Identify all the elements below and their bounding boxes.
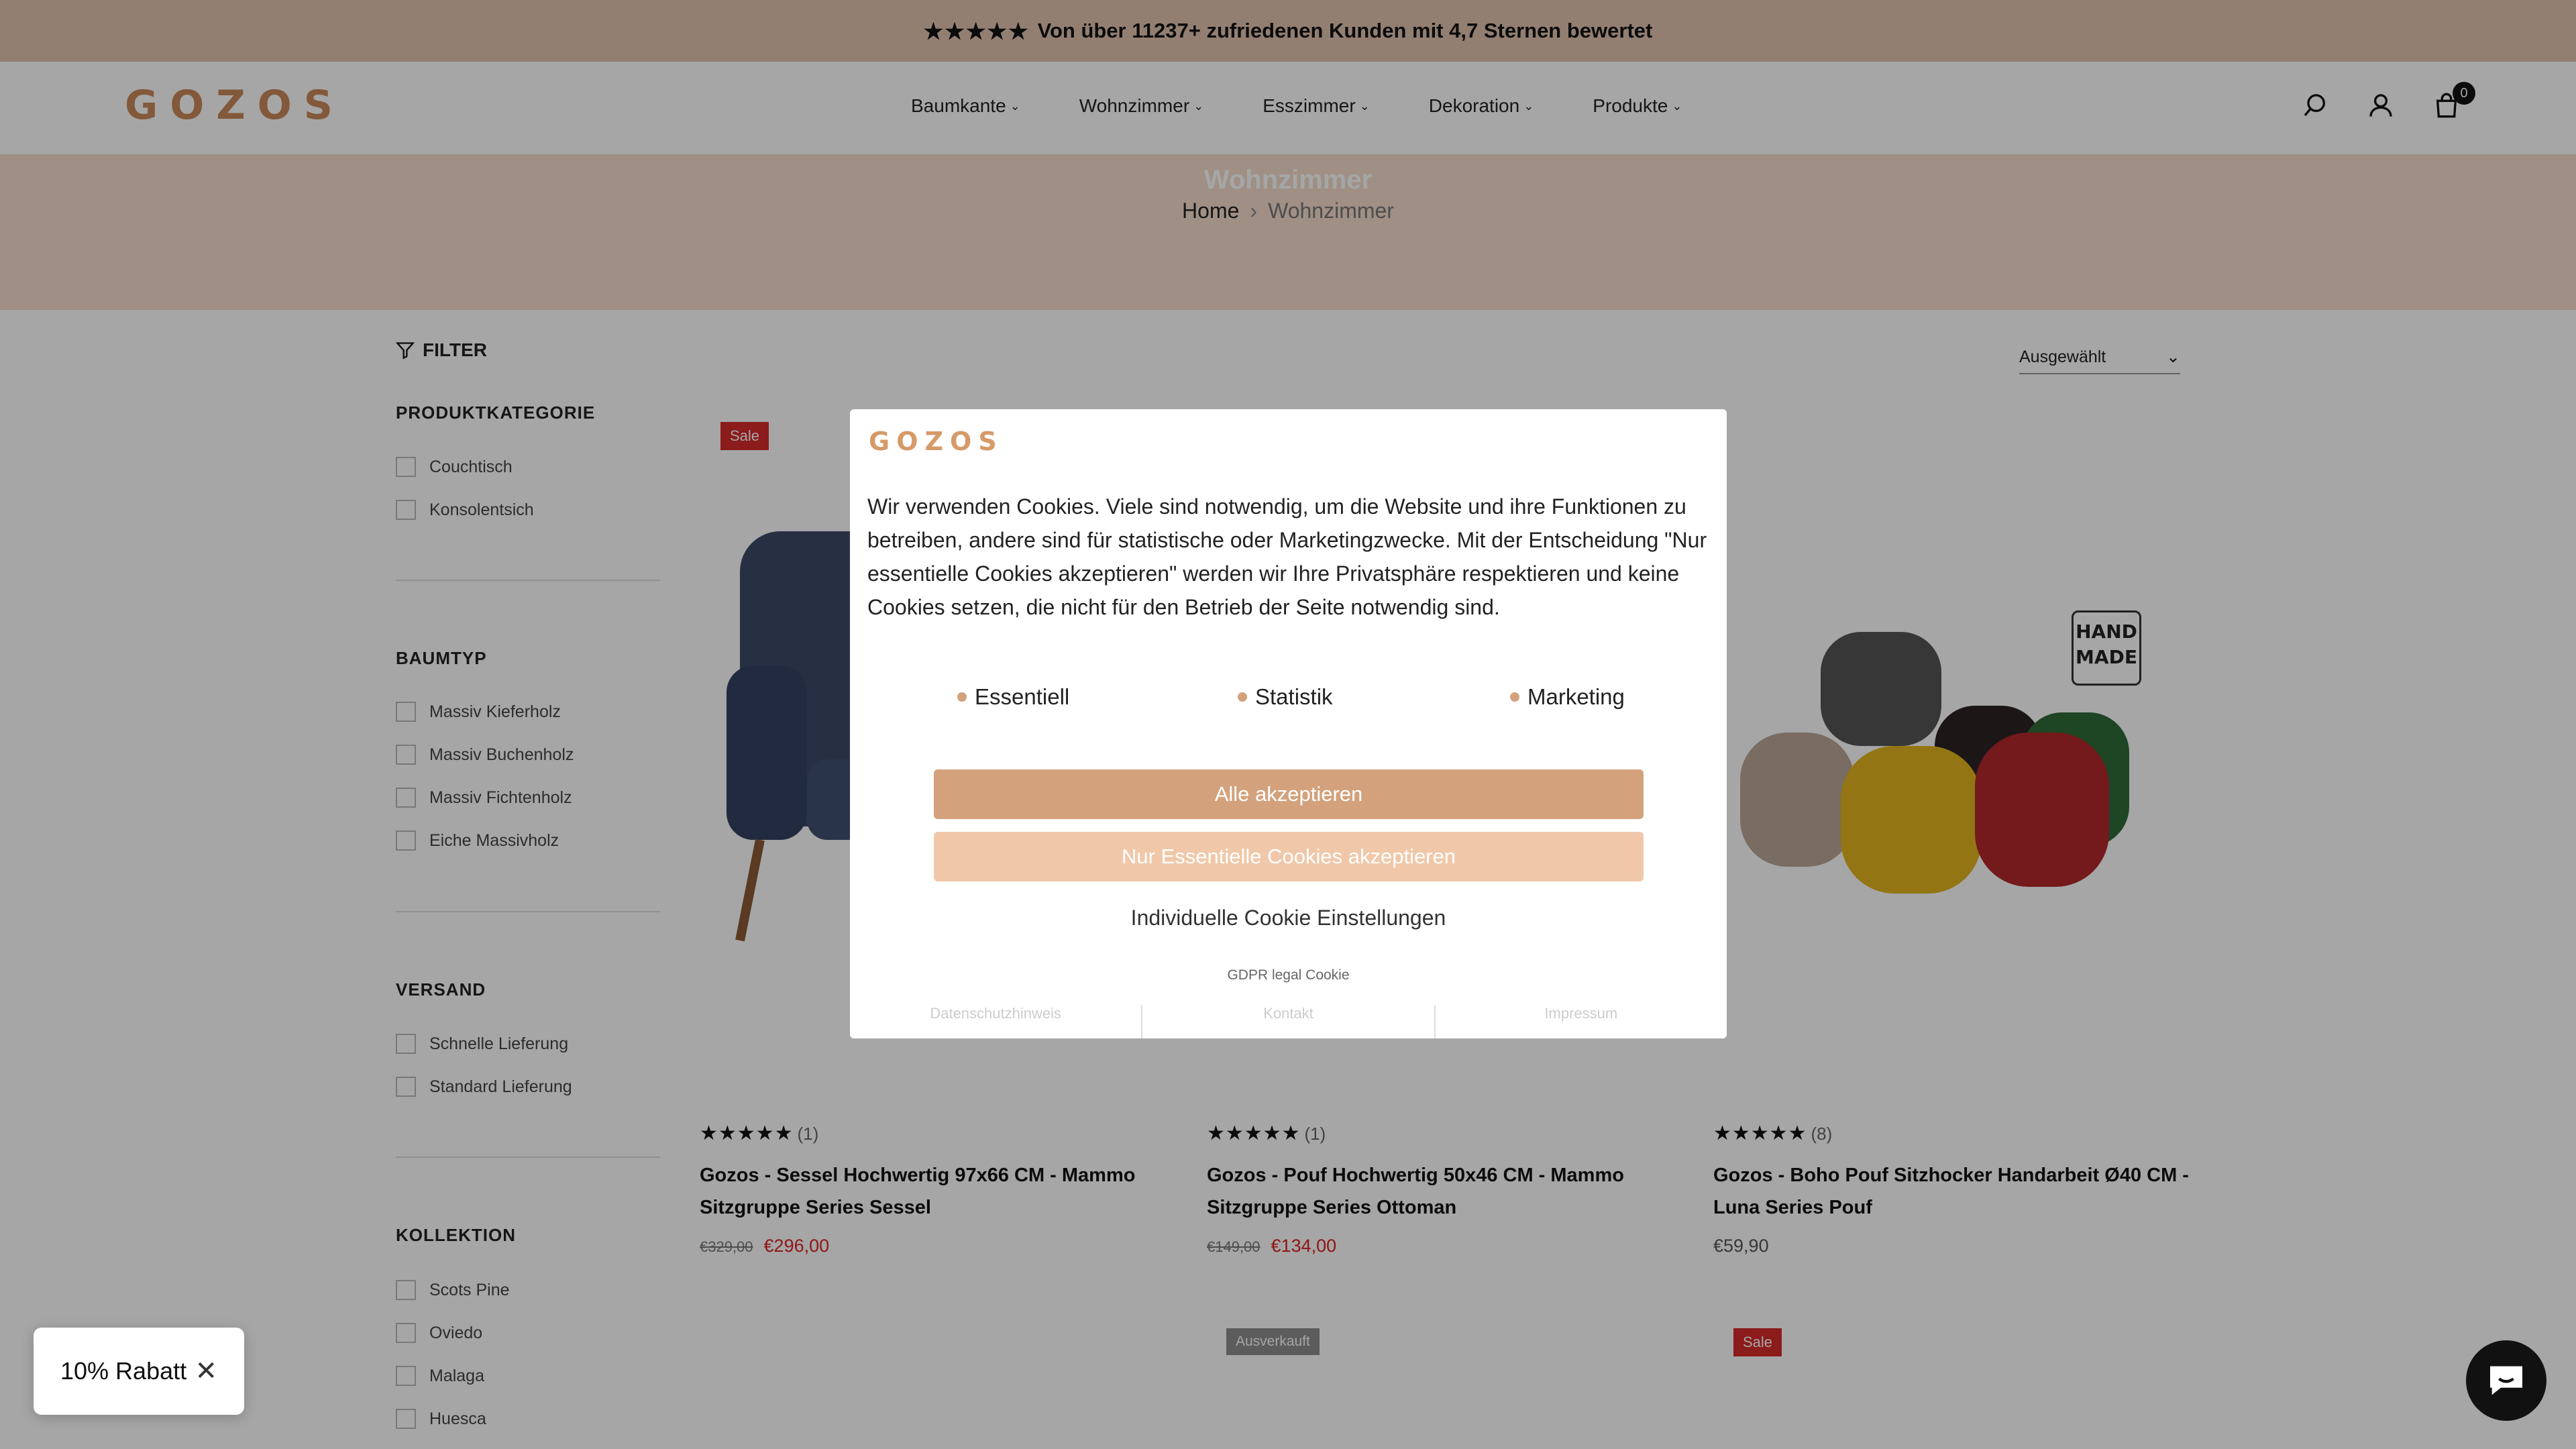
option-essentiell[interactable]: Essentiell [957,684,1069,710]
legal-links: Datenschutzhinweis Kontakt Impressum [850,1005,1727,1038]
option-label: Statistik [1255,684,1333,709]
privacy-link[interactable]: Datenschutzhinweis [850,1005,1143,1038]
status-dot [957,692,967,702]
status-dot [1238,692,1247,702]
contact-link[interactable]: Kontakt [1142,1005,1436,1038]
accept-all-button[interactable]: Alle akzeptieren [934,769,1644,819]
discount-popup[interactable]: 10% Rabatt ✕ [34,1328,244,1415]
accept-essential-button[interactable]: Nur Essentielle Cookies akzeptieren [934,832,1644,881]
option-statistik[interactable]: Statistik [1238,684,1333,710]
chat-icon [2490,1366,2522,1395]
option-label: Essentiell [975,684,1070,709]
logo: GOZOS [869,427,1004,456]
imprint-link[interactable]: Impressum [1436,1005,1727,1038]
individual-settings-link[interactable]: Individuelle Cookie Einstellungen [850,906,1727,930]
gdpr-label: GDPR legal Cookie [1227,967,1350,983]
discount-label: 10% Rabatt [60,1357,187,1385]
close-icon[interactable]: ✕ [195,1356,217,1387]
page: ★★★★★ Von über 11237+ zufriedenen Kunden… [0,0,2576,1449]
chat-button[interactable] [2466,1340,2546,1421]
cookie-text: Wir verwenden Cookies. Viele sind notwen… [867,494,1707,619]
cookie-consent-dialog: GOZOS Wir verwenden Cookies. Viele sind … [850,409,1727,1038]
option-marketing[interactable]: Marketing [1510,684,1625,710]
status-dot [1510,692,1519,702]
option-label: Marketing [1527,684,1625,709]
